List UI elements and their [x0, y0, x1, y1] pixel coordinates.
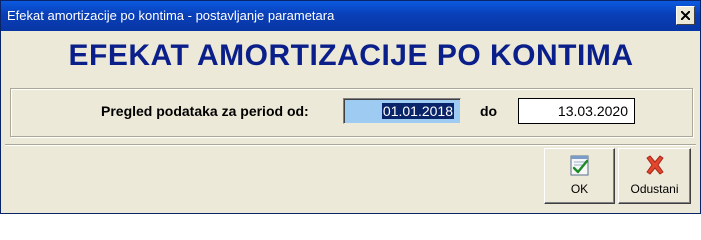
separator — [5, 144, 696, 146]
period-from-label: Pregled podataka za period od: — [101, 103, 309, 119]
red-x-icon — [646, 155, 663, 175]
cancel-label: Odustani — [630, 182, 679, 196]
close-button[interactable] — [676, 6, 695, 25]
ok-button[interactable]: OK — [544, 148, 615, 204]
cancel-button[interactable]: Odustani — [618, 148, 691, 204]
period-to-label: do — [480, 103, 498, 119]
date-from-value: 01.01.2018 — [381, 103, 454, 119]
close-icon — [681, 11, 690, 20]
check-document-icon — [570, 155, 588, 176]
page-title: EFEKAT AMORTIZACIJE PO KONTIMA — [68, 39, 634, 72]
ok-label: OK — [570, 182, 589, 196]
date-to-field[interactable]: 13.03.2020 — [518, 98, 635, 124]
date-to-value: 13.03.2020 — [557, 103, 628, 119]
dialog-window: Efekat amortizacije po kontima - postavl… — [0, 0, 701, 214]
date-from-field[interactable]: 01.01.2018 — [343, 98, 461, 124]
title-bar[interactable]: Efekat amortizacije po kontima - postavl… — [1, 1, 700, 31]
window-title: Efekat amortizacije po kontima - postavl… — [7, 8, 335, 23]
period-group: Pregled podataka za period od: 01.01.201… — [10, 88, 693, 137]
